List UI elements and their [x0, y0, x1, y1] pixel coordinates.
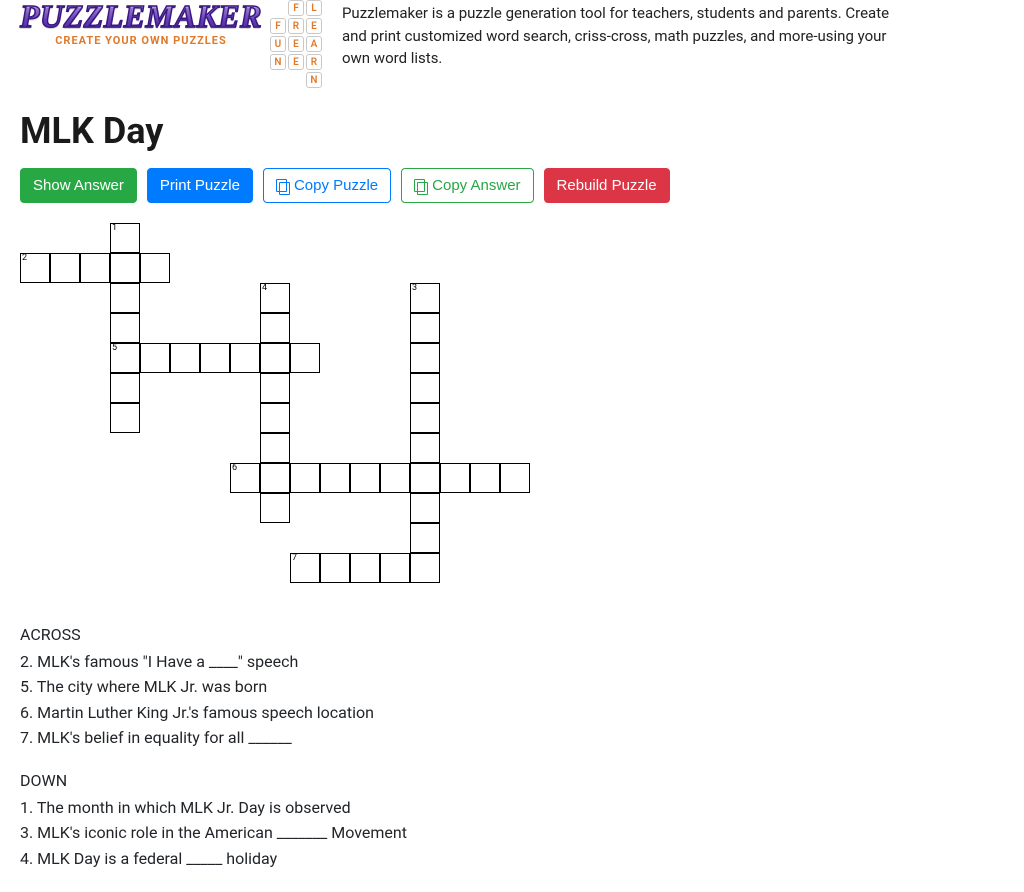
- show-answer-button[interactable]: Show Answer: [20, 168, 137, 203]
- cell-number: 2: [22, 254, 27, 263]
- crossword-cell[interactable]: [410, 373, 440, 403]
- crossword-cell[interactable]: [410, 343, 440, 373]
- crossword-cell[interactable]: [320, 463, 350, 493]
- cell-number: 5: [112, 344, 117, 353]
- crossword-cell[interactable]: [380, 463, 410, 493]
- cell-number: 1: [112, 224, 117, 233]
- crossword-cell[interactable]: [410, 553, 440, 583]
- crossword-cell[interactable]: [110, 283, 140, 313]
- rebuild-puzzle-button[interactable]: Rebuild Puzzle: [544, 168, 670, 203]
- crossword-cell[interactable]: [380, 553, 410, 583]
- cell-number: 4: [262, 284, 267, 293]
- copy-answer-label: Copy Answer: [432, 175, 520, 196]
- crossword-cell[interactable]: 3: [410, 283, 440, 313]
- down-heading: DOWN: [20, 769, 1004, 792]
- crossword-cell[interactable]: [410, 313, 440, 343]
- toolbar: Show Answer Print Puzzle Copy Puzzle Cop…: [20, 168, 1004, 203]
- logo-block: PUZZLEMAKER CREATE YOUR OWN PUZZLES F U …: [20, 0, 322, 88]
- print-puzzle-label: Print Puzzle: [160, 175, 240, 196]
- crossword-cell[interactable]: 2: [20, 253, 50, 283]
- clue-down: 4. MLK Day is a federal _____ holiday: [20, 847, 1004, 870]
- copy-puzzle-label: Copy Puzzle: [294, 175, 378, 196]
- crossword-cell[interactable]: [350, 463, 380, 493]
- crossword-cell[interactable]: [140, 343, 170, 373]
- copy-icon: [276, 179, 289, 193]
- clue-across: 7. MLK's belief in equality for all ____…: [20, 726, 1004, 749]
- crossword-cell[interactable]: [350, 553, 380, 583]
- crossword-cell[interactable]: [140, 253, 170, 283]
- page-title: MLK Day: [20, 110, 1004, 152]
- crossword-cell[interactable]: 5: [110, 343, 140, 373]
- logo[interactable]: PUZZLEMAKER CREATE YOUR OWN PUZZLES: [20, 0, 262, 47]
- crossword-cell[interactable]: [200, 343, 230, 373]
- crossword-cell[interactable]: [50, 253, 80, 283]
- logo-subtitle: CREATE YOUR OWN PUZZLES: [55, 34, 226, 47]
- clue-down: 1. The month in which MLK Jr. Day is obs…: [20, 796, 1004, 819]
- crossword-cell[interactable]: [230, 343, 260, 373]
- crossword-cell[interactable]: [410, 523, 440, 553]
- crossword-cell[interactable]: [440, 463, 470, 493]
- crossword-cell[interactable]: [320, 553, 350, 583]
- crossword-cell[interactable]: 1: [110, 223, 140, 253]
- crossword-cell[interactable]: [500, 463, 530, 493]
- crossword-cell[interactable]: [410, 403, 440, 433]
- crossword-cell[interactable]: [410, 433, 440, 463]
- crossword-cell[interactable]: [260, 343, 290, 373]
- across-heading: ACROSS: [20, 623, 1004, 646]
- copy-icon: [414, 179, 427, 193]
- crossword-cell[interactable]: [260, 403, 290, 433]
- crossword-grid: 1 2 3 4 5 6 7: [20, 223, 560, 593]
- crossword-cell[interactable]: [170, 343, 200, 373]
- clue-across: 2. MLK's famous "I Have a ____" speech: [20, 650, 1004, 673]
- crossword-cell[interactable]: [110, 253, 140, 283]
- crossword-cell[interactable]: [260, 463, 290, 493]
- cell-number: 6: [232, 464, 237, 473]
- crossword-cell[interactable]: [110, 373, 140, 403]
- crossword-cell[interactable]: [290, 463, 320, 493]
- logo-title: PUZZLEMAKER: [20, 0, 262, 32]
- crossword-cell[interactable]: 6: [230, 463, 260, 493]
- crossword-cell[interactable]: [410, 493, 440, 523]
- crossword-cell[interactable]: [110, 313, 140, 343]
- copy-answer-button[interactable]: Copy Answer: [401, 168, 533, 203]
- crossword-cell[interactable]: 7: [290, 553, 320, 583]
- crossword-cell[interactable]: [80, 253, 110, 283]
- cell-number: 3: [412, 284, 417, 293]
- cell-number: 7: [292, 554, 297, 563]
- clues-section: ACROSS 2. MLK's famous "I Have a ____" s…: [20, 623, 1004, 870]
- crossword-cell[interactable]: [260, 493, 290, 523]
- crossword-cell[interactable]: [260, 313, 290, 343]
- crossword-cell[interactable]: [110, 403, 140, 433]
- crossword-cell[interactable]: [470, 463, 500, 493]
- clue-across: 6. Martin Luther King Jr.'s famous speec…: [20, 701, 1004, 724]
- show-answer-label: Show Answer: [33, 175, 124, 196]
- crossword-cell[interactable]: 4: [260, 283, 290, 313]
- clue-across: 5. The city where MLK Jr. was born: [20, 675, 1004, 698]
- crossword-cell[interactable]: [410, 463, 440, 493]
- crossword-cell[interactable]: [260, 373, 290, 403]
- crossword-cell[interactable]: [260, 433, 290, 463]
- copy-puzzle-button[interactable]: Copy Puzzle: [263, 168, 391, 203]
- mini-crossword-icon: F U N F R E E L E A R N: [270, 0, 322, 88]
- header-description: Puzzlemaker is a puzzle generation tool …: [342, 0, 902, 70]
- clue-down: 3. MLK's iconic role in the American ___…: [20, 821, 1004, 844]
- rebuild-puzzle-label: Rebuild Puzzle: [557, 175, 657, 196]
- crossword-cell[interactable]: [290, 343, 320, 373]
- print-puzzle-button[interactable]: Print Puzzle: [147, 168, 253, 203]
- header: PUZZLEMAKER CREATE YOUR OWN PUZZLES F U …: [20, 0, 1004, 88]
